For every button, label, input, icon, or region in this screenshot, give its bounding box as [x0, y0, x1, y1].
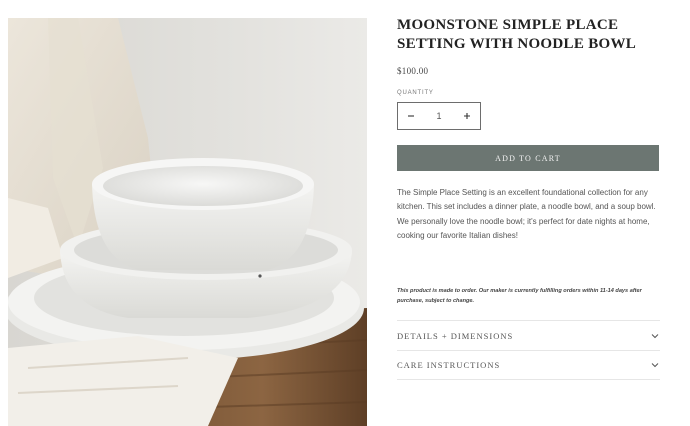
increase-quantity-button[interactable]	[454, 103, 480, 129]
product-image[interactable]	[8, 18, 367, 426]
chevron-down-icon	[650, 360, 660, 370]
accordion-details-dimensions[interactable]: DETAILS + DIMENSIONS	[397, 320, 660, 350]
minus-icon	[408, 115, 414, 117]
quantity-input[interactable]: 1	[436, 111, 441, 121]
plus-icon	[463, 113, 470, 119]
chevron-down-icon	[650, 331, 660, 341]
product-price: $100.00	[397, 66, 429, 76]
product-photo	[8, 18, 367, 426]
product-info-panel: MOONSTONE SIMPLE PLACE SETTING WITH NOOD…	[397, 0, 660, 426]
quantity-label: QUANTITY	[397, 90, 434, 96]
quantity-stepper: 1	[397, 102, 481, 130]
add-to-cart-button[interactable]: ADD TO CART	[397, 145, 659, 171]
made-to-order-note: This product is made to order. Our maker…	[397, 288, 642, 304]
accordion-care-instructions[interactable]: CARE INSTRUCTIONS	[397, 350, 660, 380]
accordion-label: CARE INSTRUCTIONS	[397, 360, 501, 370]
product-description: The Simple Place Setting is an excellent…	[397, 188, 656, 241]
accordion-label: DETAILS + DIMENSIONS	[397, 330, 514, 341]
decrease-quantity-button[interactable]	[398, 103, 424, 129]
product-title: MOONSTONE SIMPLE PLACE SETTING WITH NOOD…	[397, 17, 637, 52]
